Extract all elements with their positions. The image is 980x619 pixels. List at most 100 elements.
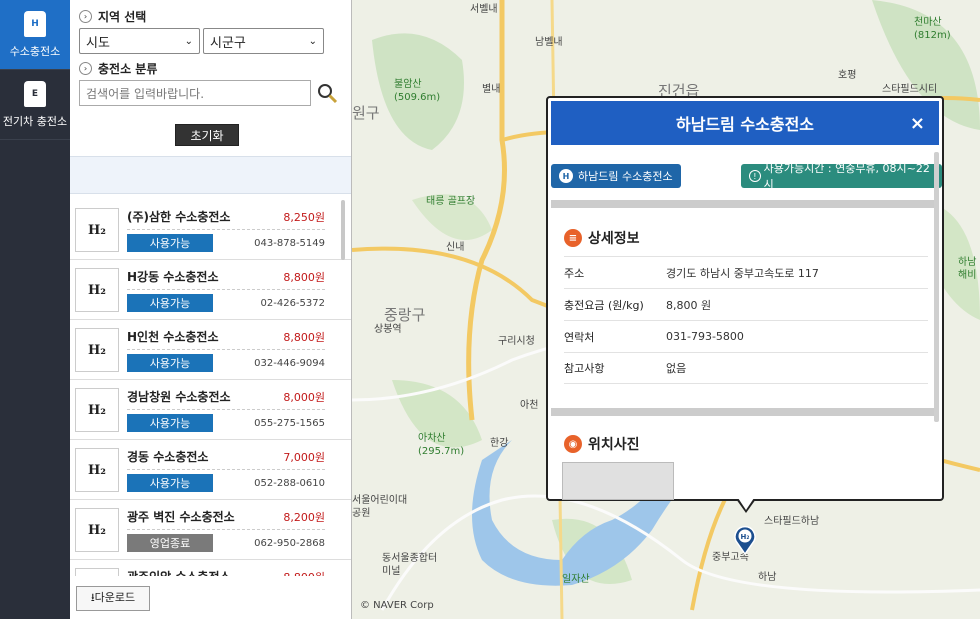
station-list-item[interactable]: H₂ 경동 수소충전소 7,000원 사용가능 052-288-0610	[70, 440, 351, 500]
station-list-item[interactable]: H₂광주인앙 수소충전소8,800원사용가능	[70, 560, 351, 576]
divider	[551, 408, 939, 416]
station-name: H인천 수소충전소	[127, 330, 219, 344]
chevron-down-icon: ⌄	[308, 35, 317, 47]
info-icon: !	[749, 170, 761, 182]
hydrogen-icon: H₂	[75, 568, 119, 576]
station-popup: 하남드림 수소충전소 × H 하남드림 수소충전소 ! 사용가능시간 : 연중무…	[546, 96, 944, 501]
station-list-item[interactable]: H₂ (주)삼한 수소충전소 8,250원 사용가능 043-878-5149	[70, 200, 351, 260]
station-phone: 043-878-5149	[254, 238, 325, 249]
map-label: 신내	[446, 242, 465, 253]
station-name-chip: H 하남드림 수소충전소	[551, 164, 681, 188]
sido-select[interactable]: 시도 ⌄	[79, 28, 200, 54]
map-label: 스타필드하남	[764, 516, 820, 527]
popup-title: 하남드림 수소충전소	[675, 115, 815, 134]
station-phone: 055-275-1565	[254, 418, 325, 429]
map-label: 아천	[520, 400, 539, 411]
map-label: 남벨내	[535, 37, 563, 48]
hydrogen-icon: H₂	[75, 448, 119, 492]
nav-item-ev[interactable]: E 전기차 충전소	[0, 70, 70, 140]
map-label: 동서울종합터미널	[382, 553, 438, 577]
station-list-item[interactable]: H₂ H인천 수소충전소 8,800원 사용가능 032-446-9094	[70, 320, 351, 380]
download-button[interactable]: ⭳다운로드	[76, 586, 150, 611]
map-marker-icon[interactable]: H₂	[733, 525, 757, 556]
station-list-item[interactable]: H₂ H강동 수소충전소 8,800원 사용가능 02-426-5372	[70, 260, 351, 320]
map-label: 서벨내	[470, 4, 498, 15]
station-price: 8,000원	[283, 391, 325, 404]
map-label: 천마산 (812m)	[914, 17, 951, 41]
station-list-item[interactable]: H₂ 경남창원 수소충전소 8,000원 사용가능 055-275-1565	[70, 380, 351, 440]
info-row-price: 충전요금 (원/kg) 8,800 원	[564, 288, 928, 320]
status-badge: 사용가능	[127, 294, 213, 312]
detail-section-title: ≡ 상세정보	[564, 228, 640, 248]
map-label: 상봉역	[374, 324, 402, 335]
station-name: 경남창원 수소충전소	[127, 390, 231, 404]
station-name: H강동 수소충전소	[127, 270, 219, 284]
ev-charger-icon: E	[24, 80, 46, 107]
region-section-title: › 지역 선택	[79, 8, 146, 25]
hydrogen-station-icon: H	[24, 10, 46, 37]
station-list-item[interactable]: H₂ 광주 벽진 수소충전소 8,200원 영업종료 062-950-2868	[70, 500, 351, 560]
chevron-right-icon: ›	[79, 10, 92, 23]
hydrogen-icon: H₂	[75, 208, 119, 252]
nav-item-label: 전기차 충전소	[2, 114, 68, 128]
map-label: 하남 해비	[958, 257, 977, 281]
station-phone: 02-426-5372	[260, 298, 325, 309]
info-row-address: 주소 경기도 하남시 중부고속도로 117	[564, 256, 928, 288]
map-label: 한강	[490, 438, 509, 449]
hydrogen-icon: H₂	[75, 268, 119, 312]
close-icon[interactable]: ×	[910, 113, 925, 134]
station-name: 경동 수소충전소	[127, 450, 209, 464]
popup-scrollbar[interactable]	[934, 152, 939, 422]
item-divider	[127, 229, 325, 230]
station-phone: 062-950-2868	[254, 538, 325, 549]
document-icon: ≡	[564, 229, 582, 247]
station-price: 7,000원	[283, 451, 325, 464]
info-value: 경기도 하남시 중부고속도로 117	[666, 266, 819, 280]
nav-item-hydrogen[interactable]: H 수소충전소	[0, 0, 70, 70]
info-key: 충전요금 (원/kg)	[564, 298, 644, 312]
photo-title: 위치사진	[588, 437, 640, 453]
sigungu-select[interactable]: 시군구 ⌄	[203, 28, 324, 54]
map-copyright: © NAVER Corp	[360, 600, 434, 611]
map-label: 구리시청	[498, 336, 535, 347]
popup-tail-inner	[738, 498, 754, 510]
station-price: 8,250원	[283, 211, 325, 224]
info-key: 주소	[564, 266, 585, 280]
app-nav: H 수소충전소 E 전기차 충전소	[0, 0, 70, 619]
station-list: H₂ (주)삼한 수소충전소 8,250원 사용가능 043-878-5149 H₂ H강동…	[70, 200, 351, 576]
info-key: 연락처	[564, 330, 595, 344]
camera-icon: ◉	[564, 435, 582, 453]
item-divider	[127, 409, 325, 410]
region-title: 지역 선택	[98, 10, 147, 24]
item-divider	[127, 469, 325, 470]
divider	[551, 200, 939, 208]
info-row-phone: 연락처 031-793-5800	[564, 320, 928, 352]
chevron-down-icon: ⌄	[184, 35, 193, 47]
status-badge: 사용가능	[127, 234, 213, 252]
list-scrollbar[interactable]	[341, 200, 345, 260]
search-icon[interactable]	[316, 82, 338, 104]
map-label: 태릉 골프장	[426, 196, 476, 207]
info-key: 참고사항	[564, 362, 605, 375]
map-label: 일자산	[562, 574, 590, 585]
status-badge: 영업종료	[127, 534, 213, 552]
map-label: 원구	[352, 104, 380, 122]
station-panel: › 지역 선택 시도 ⌄ 시군구 ⌄ › 충전소 분류 검색어를 입력바랍니다.…	[70, 0, 352, 619]
status-badge: 사용가능	[127, 474, 213, 492]
map-label: 스타필드시티	[882, 84, 938, 95]
hydrogen-icon: H₂	[75, 508, 119, 552]
info-value: 031-793-5800	[666, 330, 744, 343]
result-band	[70, 156, 351, 194]
search-input[interactable]: 검색어를 입력바랍니다.	[79, 80, 311, 106]
station-name: 광주 벽진 수소충전소	[127, 510, 235, 524]
reset-button[interactable]: 초기화	[175, 124, 239, 146]
map-label: 별내	[482, 84, 501, 95]
map-label: 불암산 (509.6m)	[394, 79, 441, 103]
map-label: 호평	[838, 70, 857, 81]
item-divider	[127, 289, 325, 290]
location-photo[interactable]	[562, 462, 674, 500]
map-label: 아차산 (295.7m)	[418, 433, 465, 457]
chevron-right-icon: ›	[79, 62, 92, 75]
category-section-title: › 충전소 분류	[79, 60, 157, 77]
hydrogen-icon: H₂	[75, 328, 119, 372]
